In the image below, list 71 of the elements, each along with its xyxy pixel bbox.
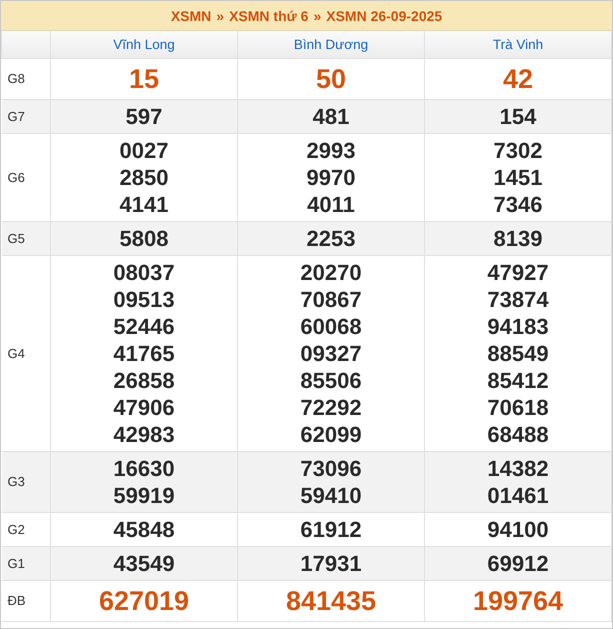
prize-number: 59410 [300,482,362,509]
prize-label: G1 [8,556,25,570]
prize-number: 481 [312,103,350,130]
prize-label: G6 [8,170,25,184]
prize-number: 43549 [113,550,175,577]
prize-number: 26858 [113,367,175,394]
prize-number: 17931 [300,550,362,577]
prize-number: 73874 [487,286,549,313]
prize-label: ĐB [8,593,26,608]
breadcrumb-link[interactable]: XSMN [170,8,212,24]
prize-number: 0027 [120,137,168,164]
prize-label: G4 [8,346,25,360]
province-name: Bình Dương [294,36,368,52]
prize-number: 2993 [306,137,356,164]
prize-number: 68488 [487,421,549,448]
prize-label: G8 [8,71,25,86]
prize-number: 59919 [113,482,175,509]
breadcrumb-separator: » [313,8,322,24]
prize-number: 7346 [494,191,542,218]
prize-number: 72292 [300,394,362,421]
prize-number: 09513 [113,286,175,313]
prize-number: 4141 [120,191,168,218]
prize-number: 69912 [487,550,549,577]
prize-number: 01461 [487,482,549,509]
prize-number: 597 [126,103,162,130]
prize-number: 73096 [300,455,362,482]
prize-number: 2253 [306,225,356,252]
prize-label: G7 [8,108,25,124]
prize-number: 60068 [300,313,362,340]
prize-label: G2 [8,522,25,536]
prize-number: 5808 [120,225,168,252]
prize-number: 47927 [487,259,549,286]
prize-number: 20270 [300,259,362,286]
prize-number: 41765 [113,340,175,367]
prize-number: 199764 [472,585,564,617]
prize-number: 7302 [494,137,542,164]
prize-number: 9970 [306,164,356,191]
prize-number: 42 [502,63,534,95]
prize-number: 94100 [487,516,549,543]
breadcrumb-link[interactable]: XSMN 26-09-2025 [326,8,442,24]
prize-number: 8139 [494,225,542,252]
prize-number: 50 [316,63,346,95]
prize-number: 85412 [487,367,549,394]
province-name: Vĩnh Long [113,36,175,52]
prize-number: 4011 [307,191,355,218]
prize-number: 94183 [487,313,549,340]
prize-number: 70618 [487,394,549,421]
prize-number: 45848 [113,516,175,543]
prize-number: 841435 [286,585,376,617]
prize-number: 2850 [120,164,168,191]
prize-number: 88549 [487,340,549,367]
prize-number: 09327 [300,340,362,367]
prize-number: 1451 [494,164,542,191]
prize-number: 61912 [300,516,362,543]
prize-number: 62099 [300,421,362,448]
prize-label: G5 [8,230,25,246]
prize-label: G3 [8,474,25,489]
prize-number: 52446 [113,313,175,340]
prize-number: 85506 [300,367,362,394]
prize-number: 15 [128,63,160,95]
prize-number: 42983 [113,421,175,448]
prize-number: 16630 [113,455,175,482]
prize-number: 70867 [300,286,362,313]
province-name: Trà Vinh [492,36,544,52]
prize-number: 154 [500,103,536,130]
prize-number: 627019 [98,585,190,617]
prize-number: 14382 [487,455,549,482]
breadcrumb-link[interactable]: XSMN thứ 6 [229,8,308,24]
breadcrumb-separator: » [216,8,224,24]
prize-number: 47906 [113,394,175,421]
prize-number: 08037 [113,259,175,286]
